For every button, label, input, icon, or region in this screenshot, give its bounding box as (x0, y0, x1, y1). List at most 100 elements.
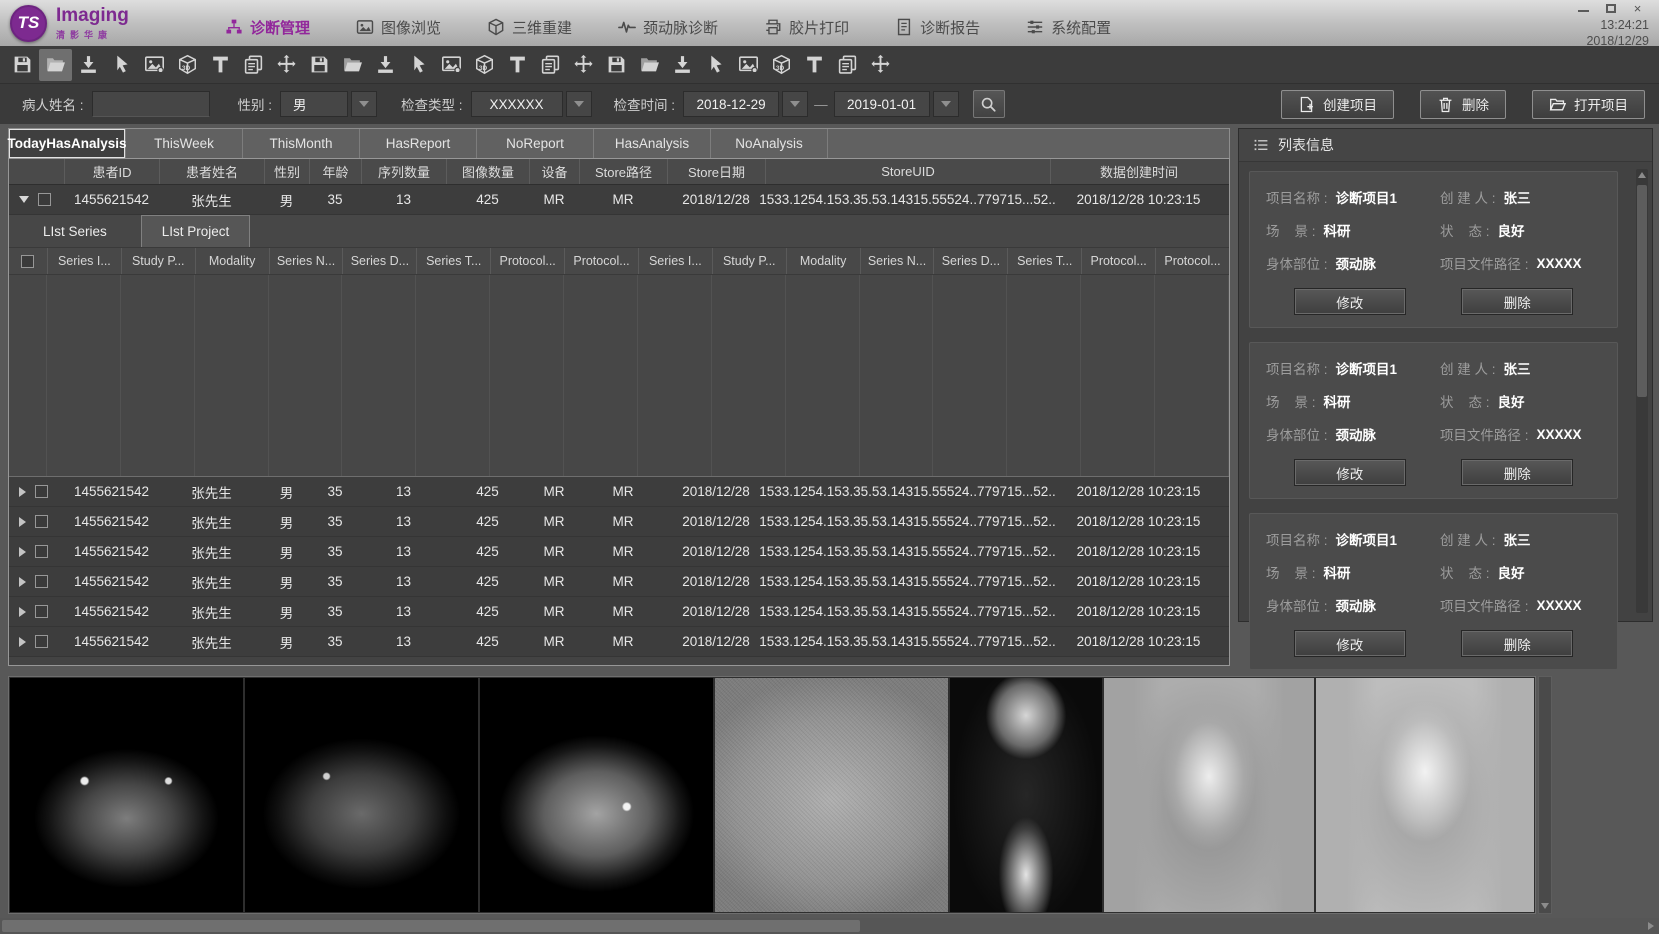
scroll-up-icon[interactable] (1638, 172, 1646, 178)
row-checkbox[interactable] (35, 605, 48, 618)
series-column-header[interactable]: Series N... (269, 248, 343, 274)
save-icon[interactable] (600, 49, 633, 81)
date-to-dropdown-button[interactable] (933, 91, 959, 117)
column-header[interactable]: 设备 (529, 159, 579, 184)
series-column-header[interactable]: Modality (786, 248, 860, 274)
series-column-header[interactable]: Modality (195, 248, 269, 274)
mri-axial-thumb-3[interactable] (480, 678, 713, 912)
cube-3d-icon[interactable]: 3D (171, 49, 204, 81)
mri-coronal-dark-thumb[interactable] (950, 678, 1102, 912)
menu-item-3[interactable]: 颈动脉诊断 (618, 17, 718, 38)
column-header[interactable]: Store日期 (667, 159, 765, 184)
detail-tab-0[interactable]: LIst Series (23, 215, 127, 247)
modify-button[interactable]: 修改 (1294, 459, 1406, 486)
documents-icon[interactable] (534, 49, 567, 81)
row-checkbox[interactable] (35, 545, 48, 558)
series-column-header[interactable]: Series I... (638, 248, 712, 274)
scroll-right-icon[interactable] (1648, 922, 1654, 930)
series-column-header[interactable]: Series I... (47, 248, 121, 274)
open-folder-icon[interactable] (39, 49, 72, 81)
horizontal-scrollbar[interactable] (0, 918, 1659, 934)
save-icon[interactable] (6, 49, 39, 81)
cursor-icon[interactable] (699, 49, 732, 81)
date-to-value[interactable]: 2019-01-01 (834, 91, 930, 117)
series-column-header[interactable]: Study P... (712, 248, 786, 274)
tab-NoAnalysis[interactable]: NoAnalysis (711, 129, 828, 158)
delete-button[interactable]: 删除 (1420, 90, 1506, 119)
delete-button[interactable]: 删除 (1461, 630, 1573, 657)
column-header[interactable]: 图像数量 (446, 159, 529, 184)
column-header[interactable]: 患者ID (64, 159, 159, 184)
documents-icon[interactable] (237, 49, 270, 81)
mri-coronal-light-thumb-2[interactable] (1316, 678, 1534, 912)
menu-item-4[interactable]: 胶片打印 (764, 17, 849, 38)
mri-coronal-light-thumb-1[interactable] (1104, 678, 1314, 912)
maximize-button[interactable] (1597, 0, 1624, 16)
text-icon[interactable] (501, 49, 534, 81)
expand-icon[interactable] (19, 607, 26, 617)
expand-icon[interactable] (19, 487, 26, 497)
documents-icon[interactable] (831, 49, 864, 81)
close-button[interactable]: × (1624, 0, 1651, 16)
series-column-header[interactable]: Series T... (1007, 248, 1081, 274)
header-checkbox[interactable] (21, 255, 34, 268)
thumbnail-vertical-scrollbar[interactable] (1538, 676, 1552, 914)
menu-item-2[interactable]: 三维重建 (487, 17, 572, 38)
expand-icon[interactable] (19, 577, 26, 587)
image-icon[interactable] (435, 49, 468, 81)
mri-axial-thumb-1[interactable] (10, 678, 243, 912)
collapse-icon[interactable] (19, 196, 29, 203)
tab-HasReport[interactable]: HasReport (360, 129, 477, 158)
gender-dropdown-button[interactable] (351, 91, 377, 117)
delete-button[interactable]: 删除 (1461, 288, 1573, 315)
open-folder-icon[interactable] (336, 49, 369, 81)
delete-button[interactable]: 删除 (1461, 459, 1573, 486)
tab-TodayHasAnalysis[interactable]: TodayHasAnalysis (9, 129, 126, 158)
menu-item-1[interactable]: 图像浏览 (356, 17, 441, 38)
mri-axial-thumb-4[interactable] (715, 678, 948, 912)
menu-item-6[interactable]: 系统配置 (1026, 17, 1111, 38)
series-column-header[interactable]: Series D... (342, 248, 416, 274)
patient-row[interactable]: 1455621542张先生男3513425MRMR2018/12/281533.… (9, 567, 1229, 597)
row-checkbox[interactable] (35, 485, 48, 498)
save-icon[interactable] (303, 49, 336, 81)
expand-icon[interactable] (19, 637, 26, 647)
series-column-header[interactable]: Protocol... (1081, 248, 1155, 274)
column-header[interactable]: StoreUID (765, 159, 1050, 184)
series-column-header[interactable]: Protocol... (1155, 248, 1229, 274)
image-icon[interactable] (138, 49, 171, 81)
create-project-button[interactable]: 创建项目 (1281, 90, 1394, 119)
column-header[interactable]: 数据创建时间 (1050, 159, 1227, 184)
open-folder-icon[interactable] (633, 49, 666, 81)
date-from-value[interactable]: 2018-12-29 (683, 91, 779, 117)
panel-scrollbar[interactable] (1636, 169, 1648, 613)
exam-type-dropdown-button[interactable] (566, 91, 592, 117)
tab-HasAnalysis[interactable]: HasAnalysis (594, 129, 711, 158)
tab-NoReport[interactable]: NoReport (477, 129, 594, 158)
image-icon[interactable] (732, 49, 765, 81)
tab-ThisMonth[interactable]: ThisMonth (243, 129, 360, 158)
column-header[interactable]: Store路径 (579, 159, 667, 184)
search-button[interactable] (973, 90, 1005, 118)
patient-row[interactable]: 1455621542张先生男3513425MRMR2018/12/281533.… (9, 627, 1229, 657)
scroll-down-icon[interactable] (1541, 903, 1549, 909)
column-header[interactable]: 性别 (264, 159, 309, 184)
text-icon[interactable] (798, 49, 831, 81)
series-column-header[interactable]: Series N... (860, 248, 934, 274)
column-header[interactable]: 年龄 (309, 159, 361, 184)
move-icon[interactable] (864, 49, 897, 81)
patient-name-input[interactable] (92, 91, 210, 117)
exam-type-value[interactable]: XXXXXX (471, 91, 563, 117)
menu-item-0[interactable]: 诊断管理 (225, 17, 310, 38)
patient-row[interactable]: 1455621542张先生男3513425MRMR2018/12/281533.… (9, 537, 1229, 567)
detail-tab-1[interactable]: LIst Project (141, 215, 251, 247)
series-column-header[interactable]: Series T... (416, 248, 490, 274)
text-icon[interactable] (204, 49, 237, 81)
panel-scrollbar-thumb[interactable] (1637, 185, 1647, 397)
column-header[interactable]: 序列数量 (361, 159, 446, 184)
move-icon[interactable] (567, 49, 600, 81)
row-checkbox[interactable] (35, 515, 48, 528)
series-column-header[interactable]: Protocol... (564, 248, 638, 274)
open-project-button[interactable]: 打开项目 (1532, 90, 1645, 119)
column-header[interactable]: 患者姓名 (159, 159, 264, 184)
